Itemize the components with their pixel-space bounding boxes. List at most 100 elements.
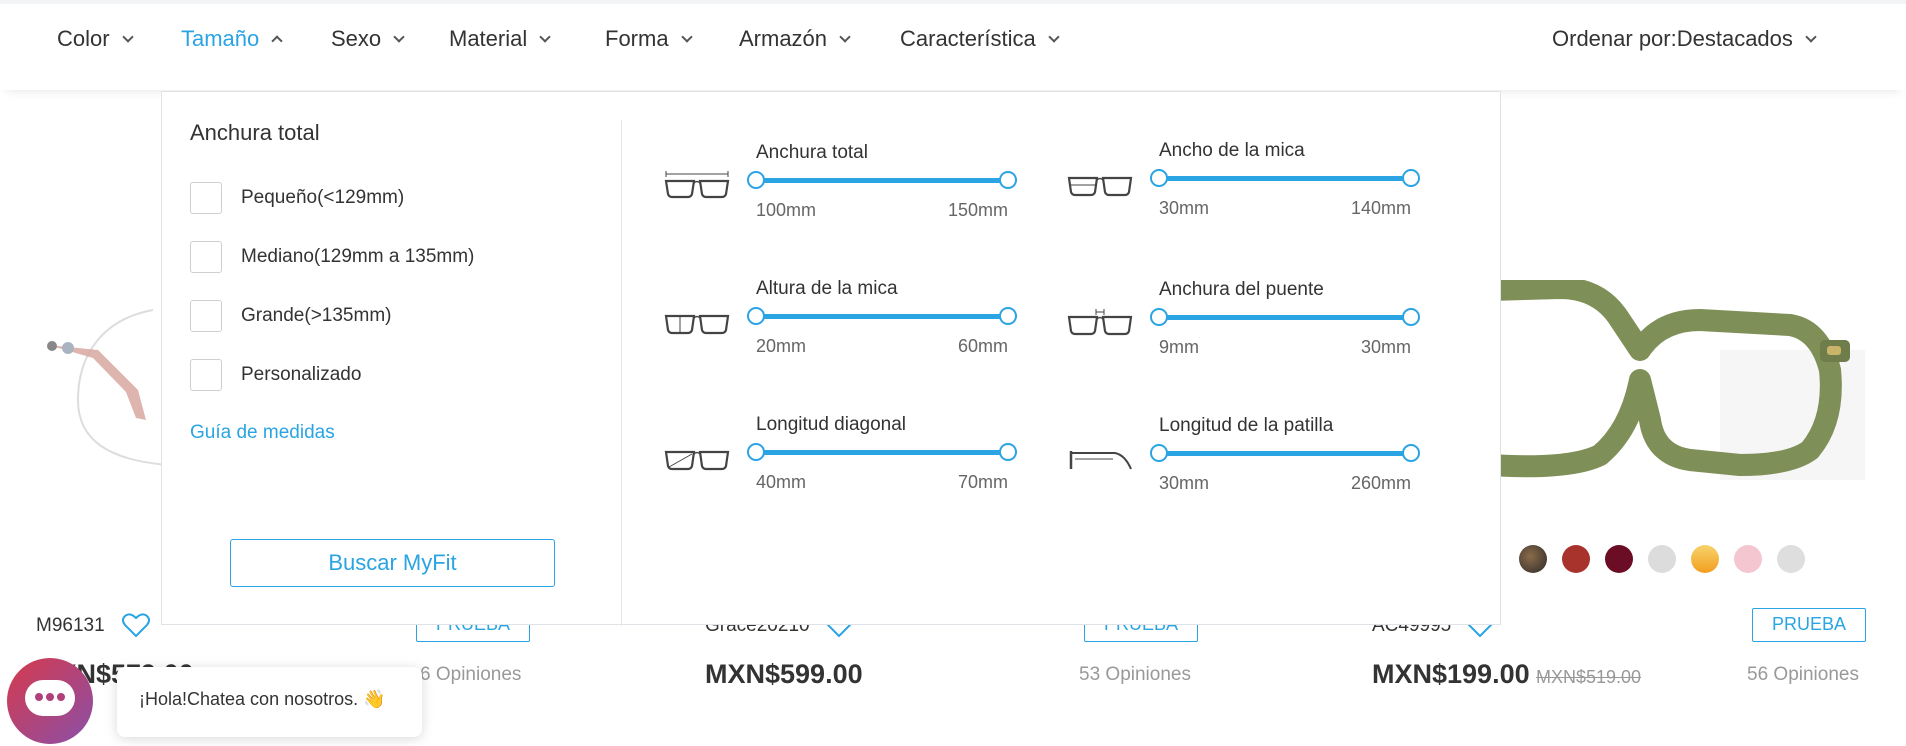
try-on-button[interactable]: PRUEBA <box>1752 608 1866 642</box>
slider-track[interactable] <box>756 314 1008 319</box>
slider-max-handle[interactable] <box>999 443 1017 461</box>
filter-frame[interactable]: Armazón <box>739 26 851 52</box>
product-sku[interactable]: M96131 <box>36 615 105 637</box>
chevron-down-icon <box>839 31 851 43</box>
color-swatch[interactable] <box>1648 545 1676 573</box>
size-filter-panel: Anchura total Pequeño(<129mm) Mediano(12… <box>161 91 1501 626</box>
bridge-width-icon <box>1067 309 1133 336</box>
diagonal-length-icon <box>664 450 730 471</box>
slider-track[interactable] <box>756 178 1008 183</box>
chat-button[interactable] <box>7 658 93 744</box>
product-image-m96131[interactable] <box>38 300 168 470</box>
slider-max-value: 260mm <box>1350 473 1411 493</box>
slider-bridge-width: Anchura del puente 9mm 30mm <box>1067 279 1447 369</box>
filter-label: Color <box>57 26 110 51</box>
option-label: Grande(>135mm) <box>241 305 392 326</box>
color-swatch[interactable] <box>1777 545 1805 573</box>
chevron-down-icon <box>539 31 551 43</box>
panel-title: Anchura total <box>190 120 320 145</box>
size-option-small[interactable]: Pequeño(<129mm) <box>190 182 404 214</box>
product-reviews[interactable]: 6 Opiniones <box>420 664 521 686</box>
heart-icon[interactable] <box>122 612 150 638</box>
chevron-down-icon <box>1048 31 1060 43</box>
frame-width-icon <box>664 171 730 199</box>
slider-max-value: 60mm <box>957 336 1008 356</box>
slider-min-handle[interactable] <box>747 307 765 325</box>
chevron-down-icon <box>680 31 693 43</box>
slider-label: Longitud diagonal <box>756 414 907 435</box>
filter-color[interactable]: Color <box>57 26 134 52</box>
slider-max-handle[interactable] <box>1402 308 1420 326</box>
product-reviews[interactable]: 53 Opiniones <box>1079 664 1191 686</box>
size-option-custom[interactable]: Personalizado <box>190 359 361 391</box>
sort-dropdown[interactable]: Ordenar por:Destacados <box>1552 26 1817 52</box>
slider-min-handle[interactable] <box>1150 169 1168 187</box>
slider-track[interactable] <box>1159 176 1411 181</box>
slider-lens-height: Altura de la mica 20mm 60mm <box>664 278 1044 368</box>
slider-max-value: 30mm <box>1360 337 1411 357</box>
filter-label: Característica <box>900 26 1036 51</box>
temple-length-icon <box>1069 451 1132 470</box>
sort-label: Ordenar por:Destacados <box>1552 26 1793 51</box>
filter-shape[interactable]: Forma <box>605 26 693 52</box>
slider-min-value: 100mm <box>756 200 817 220</box>
product-price: MXN$599.00 <box>705 659 863 689</box>
size-option-large[interactable]: Grande(>135mm) <box>190 300 391 332</box>
panel-divider <box>621 120 622 626</box>
myfit-button[interactable]: Buscar MyFit <box>230 539 555 587</box>
slider-label: Ancho de la mica <box>1159 140 1305 161</box>
filter-size[interactable]: Tamaño <box>181 26 283 52</box>
slider-max-handle[interactable] <box>999 171 1017 189</box>
slider-label: Anchura total <box>756 142 868 163</box>
color-swatch[interactable] <box>1691 545 1719 573</box>
size-option-medium[interactable]: Mediano(129mm a 135mm) <box>190 241 474 273</box>
slider-temple-length: Longitud de la patilla 30mm 260mm <box>1067 415 1447 505</box>
slider-track[interactable] <box>1159 451 1411 456</box>
product-reviews[interactable]: 56 Opiniones <box>1747 664 1859 686</box>
filter-feature[interactable]: Característica <box>900 26 1060 52</box>
product-old-price: MXN$519.00 <box>1536 667 1642 687</box>
color-swatch[interactable] <box>1734 545 1762 573</box>
color-swatch[interactable] <box>1605 545 1633 573</box>
filter-gender[interactable]: Sexo <box>331 26 405 52</box>
chevron-up-icon <box>271 35 283 47</box>
slider-frame-width: Anchura total 100mm 150mm <box>664 142 1044 232</box>
size-guide-link[interactable]: Guía de medidas <box>190 422 335 444</box>
color-swatch[interactable] <box>1519 545 1547 573</box>
chat-greeting[interactable]: ¡Hola!Chatea con nosotros. 👋 <box>117 667 422 737</box>
slider-label: Anchura del puente <box>1159 279 1324 300</box>
product-price: MXN$199.00 <box>1372 659 1530 689</box>
filter-label: Tamaño <box>181 26 260 51</box>
slider-track[interactable] <box>1159 315 1411 320</box>
slider-max-handle[interactable] <box>1402 169 1420 187</box>
filter-label: Forma <box>605 26 669 51</box>
slider-min-value: 30mm <box>1159 473 1210 493</box>
checkbox[interactable] <box>190 359 222 391</box>
lens-width-icon <box>1067 176 1133 197</box>
checkbox[interactable] <box>190 300 222 332</box>
slider-max-handle[interactable] <box>1402 444 1420 462</box>
chevron-down-icon <box>393 31 405 43</box>
slider-min-handle[interactable] <box>747 443 765 461</box>
product-image-ac49995[interactable] <box>1490 280 1870 480</box>
slider-min-value: 9mm <box>1159 337 1199 357</box>
slider-label: Longitud de la patilla <box>1159 415 1334 436</box>
slider-max-value: 140mm <box>1350 198 1411 218</box>
filter-label: Material <box>449 26 528 51</box>
slider-min-value: 20mm <box>756 336 807 356</box>
filter-material[interactable]: Material <box>449 26 551 52</box>
checkbox[interactable] <box>190 182 222 214</box>
slider-min-handle[interactable] <box>1150 444 1168 462</box>
slider-min-value: 40mm <box>756 472 807 492</box>
filter-bar: Color Tamaño Sexo Material Forma Armazón… <box>0 0 1906 90</box>
slider-diagonal-length: Longitud diagonal 40mm 70mm <box>664 414 1044 504</box>
color-swatch[interactable] <box>1562 545 1590 573</box>
slider-max-value: 150mm <box>947 200 1008 220</box>
checkbox[interactable] <box>190 241 222 273</box>
slider-min-handle[interactable] <box>1150 308 1168 326</box>
slider-max-handle[interactable] <box>999 307 1017 325</box>
slider-track[interactable] <box>756 450 1008 455</box>
slider-lens-width: Ancho de la mica 30mm 140mm <box>1067 140 1447 230</box>
slider-min-handle[interactable] <box>747 171 765 189</box>
option-label: Pequeño(<129mm) <box>241 187 405 208</box>
